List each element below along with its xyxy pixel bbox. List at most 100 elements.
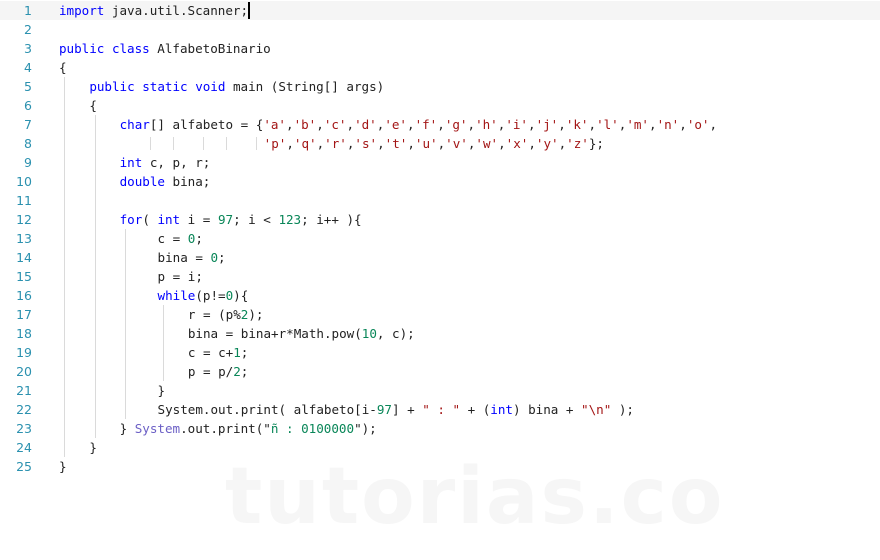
indent-guide [202,137,204,150]
token-str: 'g' [444,117,468,132]
token-text: ; [240,364,249,379]
token-str: "\n" [581,402,612,417]
code-text: public class AlfabetoBinario [59,39,271,58]
code-line[interactable]: 3 public class AlfabetoBinario [0,39,880,58]
code-line[interactable]: 1 import java.util.Scanner; [0,1,880,20]
code-line[interactable]: 21} [0,381,880,400]
token-str: 'r' [324,136,347,151]
code-line[interactable]: 4{ [0,58,880,77]
code-line[interactable]: 13 c = 0; [0,229,880,248]
indent-guide [64,77,66,457]
token-text: { [89,98,97,113]
indent-guide [225,137,227,150]
token-str: 'a' [263,117,286,132]
indent-guide [94,115,96,438]
token-str: 's' [354,136,378,151]
code-line[interactable]: 6{ [0,96,880,115]
code-text: double bina; [120,172,211,191]
token-str: 'j' [535,117,559,132]
code-line[interactable]: 5 public static void main (String[] args) [0,77,880,96]
code-text: public static void main (String[] args) [89,77,384,96]
line-number: 6 [24,98,32,113]
token-str: 'l' [596,117,619,132]
token-kw: char [119,117,150,132]
token-text: ; [218,250,226,265]
token-text: , [316,117,324,132]
token-text: c = [157,231,188,246]
token-str: 'w' [475,136,499,151]
code-line[interactable]: 19 c = c+1; [0,343,880,362]
code-line[interactable]: 23} System.out.print("ñ : 0100000"); [0,419,880,438]
token-text: , c); [376,326,415,341]
code-line[interactable]: 2 [0,20,880,39]
token-str: 'c' [323,117,347,132]
token-text: bina; [165,174,211,189]
line-number: 20 [16,364,32,379]
code-line[interactable]: 18 bina = bina+r*Math.pow(10, c); [0,324,880,343]
line-number: 16 [16,288,32,303]
token-text: ] + [391,402,423,417]
token-text: } [157,383,166,398]
code-line[interactable]: 14 bina = 0; [0,248,880,267]
token-str: 'q' [293,136,317,151]
token-kw: int [157,212,181,227]
token-str: 'z' [566,136,589,151]
token-text: , [709,117,718,132]
line-number: 15 [16,269,32,284]
line-number: 21 [16,383,32,398]
token-text: ){ [233,288,249,303]
code-line[interactable]: 20 p = p/2; [0,362,880,381]
code-text: for( int i = 97; i < 123; i++ ){ [120,210,362,229]
token-num: 97 [376,402,392,417]
token-num: 0 [210,250,219,265]
code-line[interactable]: 15 p = i; [0,267,880,286]
token-text: , [286,117,294,132]
code-line[interactable]: 8'p','q','r','s','t','u','v','w','x','y'… [0,134,880,153]
token-str: " : " [422,402,461,417]
token-text: ); [248,307,264,322]
token-text: , [407,117,415,132]
token-text: [] alfabeto = { [149,117,264,132]
token-text: } [119,421,135,436]
token-str: 'v' [445,136,468,151]
token-text: ( [142,212,158,227]
token-text: , [649,117,657,132]
line-number: 9 [24,155,32,170]
token-text: c = c+ [187,345,234,360]
token-num: 1 [233,345,241,360]
token-str: 'n' [656,117,680,132]
token-text: } [59,459,67,474]
token-num: 97 [217,212,234,227]
line-number: 8 [24,136,32,151]
code-line[interactable]: 25} [0,457,880,476]
token-num: 123 [278,212,302,227]
code-line[interactable]: 22 System.out.print( alfabeto[i-97] + " :… [0,400,880,419]
code-line[interactable]: 9 int c, p, r; [0,153,880,172]
token-str: 'y' [535,136,559,151]
code-line[interactable]: 7 char[] alfabeto = {'a','b','c','d','e',… [0,115,880,134]
code-line[interactable]: 10 double bina; [0,172,880,191]
token-text: ; i++ ){ [301,212,362,227]
code-line[interactable]: 12 for( int i = 97; i < 123; i++ ){ [0,210,880,229]
code-editor[interactable]: tutorias.co 1 import java.util.Scanner; 2 3… [0,0,880,560]
line-number: 18 [16,326,32,341]
code-text: int c, p, r; [120,153,211,172]
token-str: 'f' [414,117,438,132]
token-text: i = [180,212,218,227]
indent-guide [124,229,126,419]
code-line[interactable]: 16 while(p!=0){ [0,286,880,305]
token-text: p = i; [157,269,203,284]
code-line[interactable]: 17 r = (p%2); [0,305,880,324]
code-line[interactable]: 24} [0,438,880,457]
line-number: 17 [16,307,32,322]
token-str: 'h' [475,117,498,132]
token-text: , [528,117,536,132]
code-line[interactable]: 11 [0,191,880,210]
token-cls: System [134,421,181,436]
code-text: while(p!=0){ [158,286,249,305]
token-text: ; i < [233,212,279,227]
token-text: , [286,136,294,151]
token-text: "); [354,421,377,436]
token-str: 'k' [565,117,589,132]
